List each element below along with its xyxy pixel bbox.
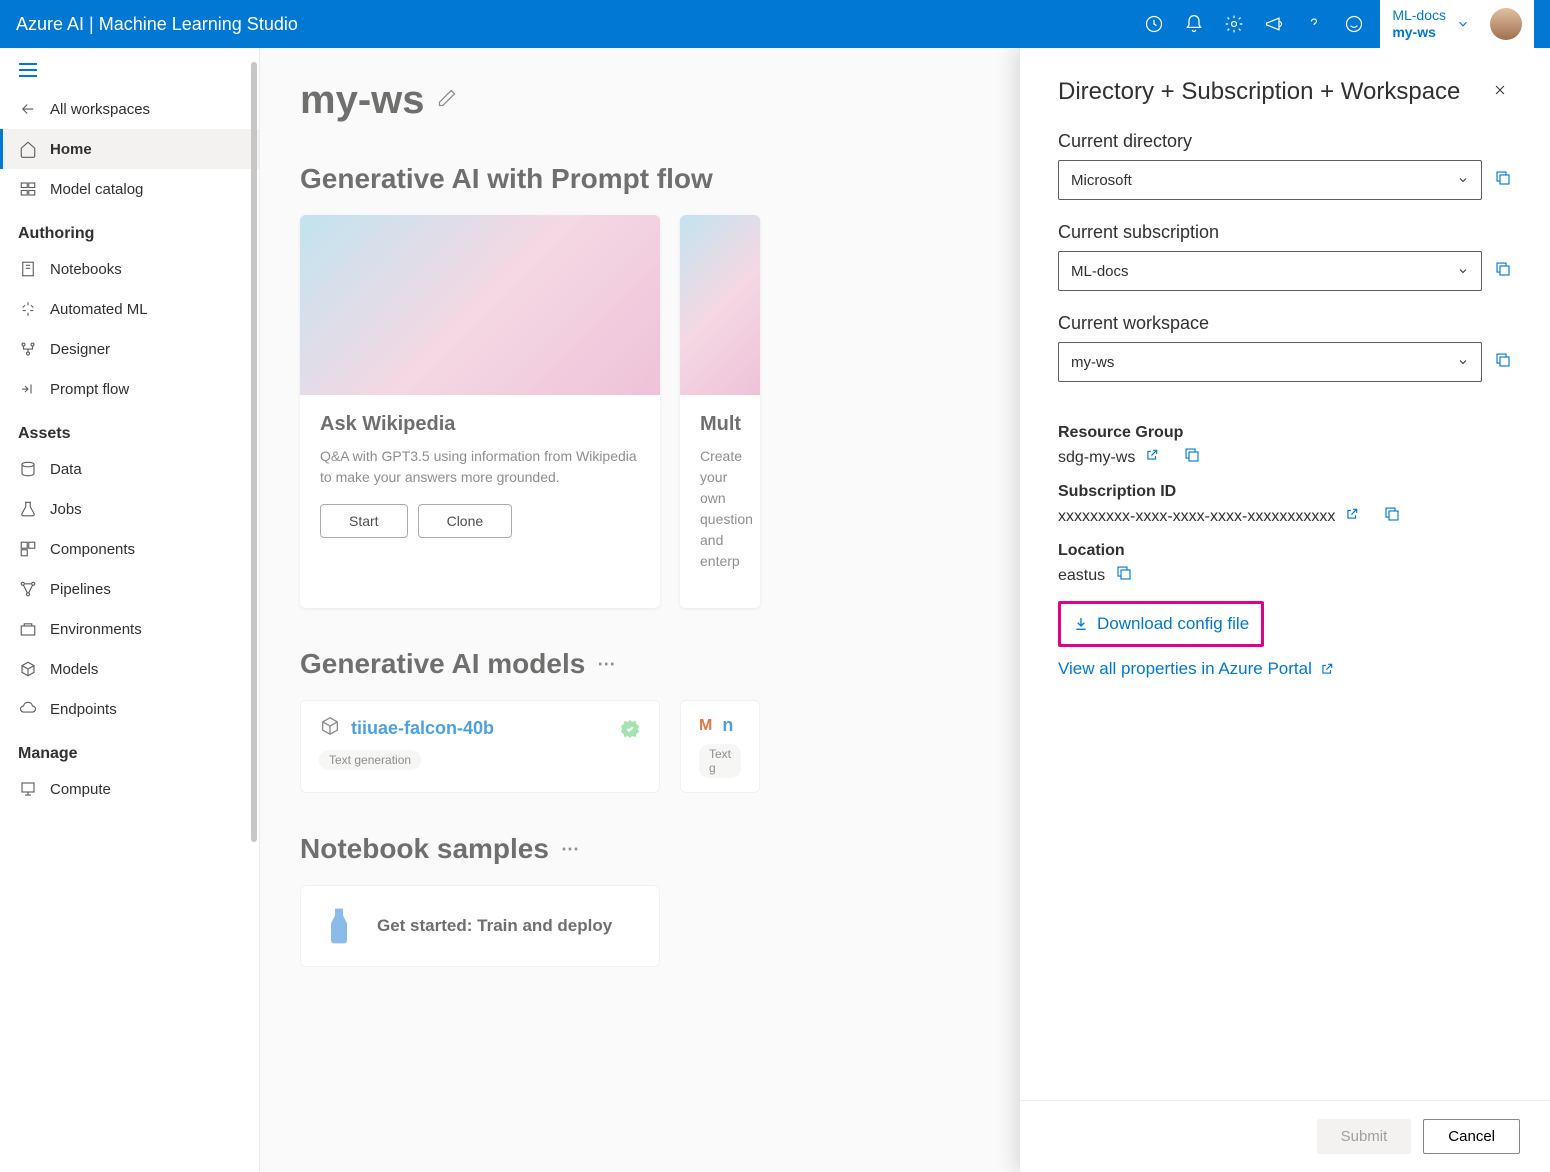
hamburger-menu[interactable]	[0, 56, 259, 89]
directory-select[interactable]: Microsoft	[1058, 160, 1482, 200]
copy-icon[interactable]	[1115, 564, 1133, 587]
home-icon	[18, 139, 38, 159]
download-config-link[interactable]: Download config file	[1063, 606, 1259, 642]
sidebar-item-components[interactable]: Components	[0, 529, 259, 569]
sidebar-item-environments[interactable]: Environments	[0, 609, 259, 649]
download-highlight: Download config file	[1058, 601, 1264, 647]
subid-value: xxxxxxxxx-xxxx-xxxx-xxxx-xxxxxxxxxxx	[1058, 508, 1335, 526]
location-value: eastus	[1058, 567, 1105, 585]
sidebar-item-home[interactable]: Home	[0, 129, 259, 169]
copy-icon[interactable]	[1494, 260, 1512, 283]
sidebar-item-models[interactable]: Models	[0, 649, 259, 689]
external-link-icon[interactable]	[1145, 448, 1159, 467]
data-icon	[18, 459, 38, 479]
main-content: my-ws Generative AI with Prompt flow Ask…	[260, 48, 1550, 1172]
external-link-icon[interactable]	[1345, 507, 1359, 526]
components-icon	[18, 539, 38, 559]
workspace-selector[interactable]: ML-docs my-ws	[1380, 0, 1534, 48]
back-all-workspaces[interactable]: All workspaces	[0, 89, 259, 129]
sidebar-item-jobs[interactable]: Jobs	[0, 489, 259, 529]
catalog-icon	[18, 179, 38, 199]
help-icon[interactable]	[1296, 6, 1332, 42]
prompt-flow-icon	[18, 379, 38, 399]
panel-footer: Submit Cancel	[1020, 1100, 1550, 1172]
sidebar-section-manage: Manage	[0, 729, 259, 769]
view-portal-link[interactable]: View all properties in Azure Portal	[1058, 659, 1334, 679]
app-title: Azure AI | Machine Learning Studio	[16, 14, 298, 35]
copy-icon[interactable]	[1383, 505, 1401, 528]
subscription-select[interactable]: ML-docs	[1058, 251, 1482, 291]
chevron-down-icon	[1457, 356, 1469, 368]
rg-label: Resource Group	[1058, 424, 1512, 442]
location-label: Location	[1058, 542, 1512, 560]
notebook-icon	[18, 259, 38, 279]
models-icon	[18, 659, 38, 679]
download-icon	[1073, 616, 1089, 632]
submit-button[interactable]: Submit	[1317, 1119, 1412, 1154]
clock-icon[interactable]	[1136, 6, 1172, 42]
smile-icon[interactable]	[1336, 6, 1372, 42]
sidebar-section-authoring: Authoring	[0, 209, 259, 249]
jobs-icon	[18, 499, 38, 519]
sidebar-item-pipelines[interactable]: Pipelines	[0, 569, 259, 609]
sidebar-item-compute[interactable]: Compute	[0, 769, 259, 809]
sidebar: All workspaces Home Model catalog Author…	[0, 48, 260, 1172]
rg-value: sdg-my-ws	[1058, 449, 1135, 467]
close-icon[interactable]	[1488, 78, 1512, 107]
workspace-select[interactable]: my-ws	[1058, 342, 1482, 382]
bell-icon[interactable]	[1176, 6, 1212, 42]
sidebar-item-designer[interactable]: Designer	[0, 329, 259, 369]
ws-directory: ML-docs	[1392, 7, 1446, 24]
panel-title: Directory + Subscription + Workspace	[1058, 78, 1460, 106]
top-right-group: ML-docs my-ws	[1136, 0, 1534, 48]
workspace-panel: Directory + Subscription + Workspace Cur…	[1020, 48, 1550, 1172]
sidebar-item-model-catalog[interactable]: Model catalog	[0, 169, 259, 209]
automl-icon	[18, 299, 38, 319]
copy-icon[interactable]	[1494, 169, 1512, 192]
chevron-down-icon	[1456, 17, 1470, 31]
arrow-left-icon	[18, 99, 38, 119]
pipelines-icon	[18, 579, 38, 599]
sidebar-item-prompt-flow[interactable]: Prompt flow	[0, 369, 259, 409]
gear-icon[interactable]	[1216, 6, 1252, 42]
sidebar-item-automated-ml[interactable]: Automated ML	[0, 289, 259, 329]
copy-icon[interactable]	[1494, 351, 1512, 374]
top-bar: Azure AI | Machine Learning Studio ML-do…	[0, 0, 1550, 48]
avatar[interactable]	[1490, 8, 1522, 40]
sidebar-section-assets: Assets	[0, 409, 259, 449]
megaphone-icon[interactable]	[1256, 6, 1292, 42]
directory-label: Current directory	[1058, 131, 1512, 152]
subid-label: Subscription ID	[1058, 483, 1512, 501]
copy-icon[interactable]	[1183, 446, 1201, 469]
chevron-down-icon	[1457, 174, 1469, 186]
workspace-label: Current workspace	[1058, 313, 1512, 334]
compute-icon	[18, 779, 38, 799]
sidebar-item-notebooks[interactable]: Notebooks	[0, 249, 259, 289]
subscription-label: Current subscription	[1058, 222, 1512, 243]
chevron-down-icon	[1457, 265, 1469, 277]
sidebar-item-data[interactable]: Data	[0, 449, 259, 489]
cancel-button[interactable]: Cancel	[1423, 1119, 1520, 1154]
designer-icon	[18, 339, 38, 359]
endpoints-icon	[18, 699, 38, 719]
environments-icon	[18, 619, 38, 639]
ws-name: my-ws	[1392, 24, 1446, 41]
external-link-icon	[1320, 662, 1334, 676]
sidebar-item-endpoints[interactable]: Endpoints	[0, 689, 259, 729]
